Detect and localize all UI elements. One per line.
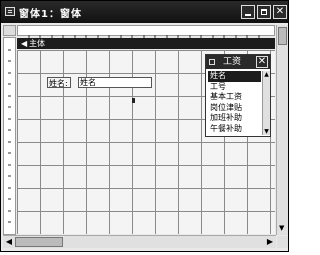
name-label-control[interactable]: 姓名: [47, 77, 71, 88]
detail-section-bar[interactable]: ◀ 主体 [17, 38, 275, 49]
horizontal-scroll-thumb[interactable] [15, 237, 63, 247]
scroll-down-arrow-icon[interactable]: ▼ [279, 225, 284, 232]
field-list-close-button[interactable]: ✕ [256, 56, 268, 68]
field-list-item[interactable]: 基本工资 [208, 92, 261, 103]
scroll-left-arrow-icon[interactable]: ◀ [3, 236, 15, 248]
vertical-ruler[interactable] [3, 37, 16, 235]
form-design-window: 窗体1：窗体 ✕ ◀ 主体 姓名: 姓名 ▼ ◀ ▶ 工资 ✕ 姓名 工号 基本… [0, 0, 289, 252]
title-bar[interactable]: 窗体1：窗体 ✕ [1, 1, 288, 23]
section-arrow-icon: ◀ [21, 39, 28, 48]
field-list-item[interactable]: 岗位津贴 [208, 103, 261, 114]
field-list-item[interactable]: 加班补助 [208, 113, 261, 124]
vertical-scroll-thumb[interactable] [278, 27, 287, 45]
field-list-window: 工资 ✕ 姓名 工号 基本工资 岗位津贴 加班补助 午餐补助 ▲ ▼ [205, 54, 271, 137]
form-selector[interactable] [3, 25, 16, 36]
window-title: 窗体1：窗体 [19, 9, 82, 20]
field-list-title: 工资 [223, 57, 242, 67]
field-list-scrollbar[interactable]: ▲ ▼ [262, 71, 270, 135]
vertical-ruler-ticks [8, 49, 11, 223]
field-list-scroll-up-icon[interactable]: ▲ [263, 71, 270, 78]
name-textbox-control[interactable]: 姓名 [78, 77, 152, 88]
field-list[interactable]: 姓名 工号 基本工资 岗位津贴 加班补助 午餐补助 [208, 71, 261, 135]
minimize-button[interactable] [241, 5, 255, 19]
field-list-scroll-down-icon[interactable]: ▼ [263, 128, 270, 135]
resize-grip[interactable] [277, 236, 288, 248]
close-button[interactable]: ✕ [273, 5, 287, 19]
field-list-title-bar[interactable]: 工资 ✕ [206, 55, 270, 69]
section-label: 主体 [29, 39, 45, 48]
horizontal-scrollbar[interactable]: ◀ ▶ [3, 235, 276, 248]
table-icon [209, 59, 215, 65]
scroll-right-arrow-icon[interactable]: ▶ [264, 236, 276, 248]
field-list-item[interactable]: 姓名 [208, 71, 261, 82]
vertical-scrollbar[interactable]: ▼ [276, 25, 288, 235]
field-list-item[interactable]: 午餐补助 [208, 124, 261, 135]
cursor-icon [132, 98, 135, 103]
horizontal-ruler[interactable] [17, 25, 275, 38]
maximize-button[interactable] [257, 5, 271, 19]
field-list-item[interactable]: 工号 [208, 82, 261, 93]
form-icon[interactable] [5, 7, 15, 16]
